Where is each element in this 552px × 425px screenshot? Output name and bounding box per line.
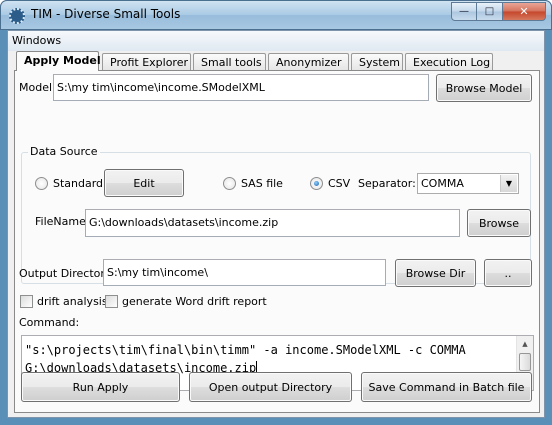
browse-file-button[interactable]: Browse <box>467 209 531 237</box>
tab-system[interactable]: System <box>351 53 403 70</box>
model-path-field[interactable]: S:\my tim\income\income.SModelXML <box>53 74 429 101</box>
client-area: Windows Apply Model Profit Explorer Smal… <box>7 30 545 418</box>
close-icon: ✕ <box>519 5 529 18</box>
command-label: Command: <box>19 316 80 329</box>
tab-execution-log[interactable]: Execution Log <box>405 53 493 70</box>
standard-radio[interactable] <box>35 177 48 190</box>
filename-field[interactable]: G:\downloads\datasets\income.zip <box>85 209 460 237</box>
chevron-down-icon[interactable]: ▼ <box>500 175 517 192</box>
csv-radio[interactable] <box>310 177 323 190</box>
app-icon <box>9 8 25 24</box>
command-line-1: "s:\projects\tim\final\bin\timm" -a inco… <box>25 343 466 357</box>
tab-anonymizer[interactable]: Anonymizer <box>268 53 349 70</box>
tab-small-tools[interactable]: Small tools <box>193 53 266 70</box>
drift-analysis-checkbox[interactable] <box>20 295 33 308</box>
csv-label: CSV <box>328 177 351 190</box>
standard-label: Standard <box>53 177 104 190</box>
drift-analysis-label: drift analysis <box>37 295 108 308</box>
minimize-icon: — <box>459 6 469 17</box>
word-report-checkbox[interactable] <box>105 295 118 308</box>
maximize-icon: □ <box>484 6 495 17</box>
scroll-up-icon[interactable]: ▲ <box>517 336 533 352</box>
separator-label: Separator: <box>358 177 416 190</box>
output-directory-label: Output Directory <box>19 267 112 280</box>
apply-model-panel: Model S:\my tim\income\income.SModelXML … <box>14 70 540 413</box>
menu-windows[interactable]: Windows <box>12 34 61 47</box>
parent-dir-button[interactable]: .. <box>484 259 532 287</box>
edit-button[interactable]: Edit <box>104 169 184 197</box>
minimize-button[interactable]: — <box>451 2 477 21</box>
scroll-thumb[interactable] <box>519 353 531 371</box>
sas-file-label: SAS file <box>241 177 283 190</box>
save-batch-command-button[interactable]: Save Command in Batch file <box>361 372 532 402</box>
browse-model-button[interactable]: Browse Model <box>436 74 532 102</box>
separator-value: COMMA <box>421 177 464 190</box>
browse-dir-button[interactable]: Browse Dir <box>395 259 476 287</box>
menu-bar: Windows <box>8 31 544 51</box>
title-bar[interactable]: TIM - Diverse Small Tools — □ ✕ <box>0 0 552 30</box>
tab-apply-model[interactable]: Apply Model <box>16 51 101 71</box>
model-label: Model <box>19 81 53 94</box>
app-window: TIM - Diverse Small Tools — □ ✕ Windows … <box>0 0 552 425</box>
word-report-label: generate Word drift report <box>122 295 267 308</box>
window-title: TIM - Diverse Small Tools <box>31 7 181 21</box>
tab-profit-explorer[interactable]: Profit Explorer <box>102 53 191 70</box>
sas-file-radio[interactable] <box>223 177 236 190</box>
close-button[interactable]: ✕ <box>503 2 546 21</box>
open-output-directory-button[interactable]: Open output Directory <box>189 372 352 402</box>
run-apply-button[interactable]: Run Apply <box>21 372 180 402</box>
caption-buttons: — □ ✕ <box>451 2 546 21</box>
data-source-legend: Data Source <box>28 145 100 158</box>
filename-label: FileName <box>35 215 86 228</box>
maximize-button[interactable]: □ <box>477 2 503 21</box>
output-directory-field[interactable]: S:\my tim\income\ <box>103 259 386 286</box>
separator-dropdown[interactable]: COMMA ▼ <box>417 173 519 194</box>
